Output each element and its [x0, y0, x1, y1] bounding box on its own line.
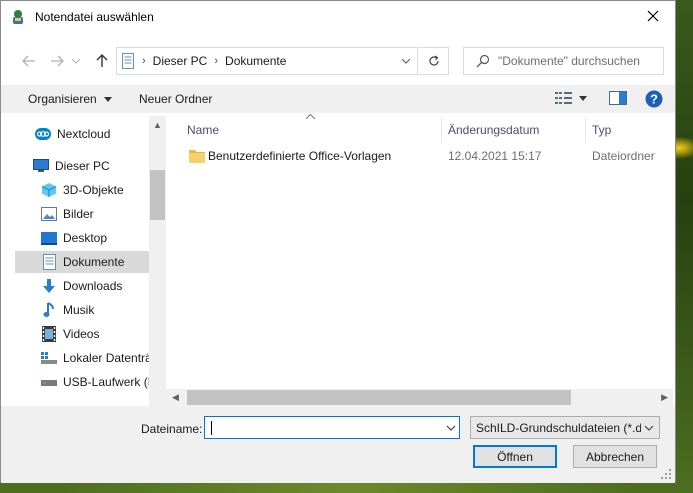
- filename-label: Dateiname:: [141, 422, 203, 436]
- file-date: 12.04.2021 15:17: [448, 149, 542, 163]
- organize-menu[interactable]: Organisieren: [28, 92, 113, 106]
- search-icon: [476, 54, 490, 68]
- videos-icon: [41, 326, 57, 342]
- refresh-button[interactable]: [419, 47, 449, 75]
- scroll-up-icon[interactable]: ▲: [153, 120, 162, 130]
- arrow-left-icon: [22, 55, 35, 67]
- folder-icon: [189, 149, 205, 163]
- file-type: Dateiordner: [592, 149, 655, 163]
- recent-locations-button[interactable]: [69, 47, 83, 75]
- window-title: Notendatei auswählen: [35, 10, 154, 24]
- search-placeholder: "Dokumente" durchsuchen: [498, 54, 640, 68]
- column-header-type[interactable]: Typ: [592, 117, 611, 143]
- chevron-down-icon: [641, 422, 655, 434]
- new-folder-button[interactable]: Neuer Ordner: [139, 92, 212, 106]
- downloads-icon: [41, 278, 57, 294]
- view-options-icon[interactable]: [555, 91, 573, 105]
- scroll-right-icon[interactable]: ▶: [661, 392, 668, 403]
- documents-icon: [41, 254, 57, 270]
- chevron-down-icon[interactable]: [446, 422, 456, 434]
- search-box[interactable]: "Dokumente" durchsuchen: [463, 47, 664, 75]
- address-bar[interactable]: › Dieser PC › Dokumente: [116, 47, 418, 75]
- close-button[interactable]: [631, 1, 675, 31]
- filter-value: SchILD-Grundschuldateien (*.d: [476, 420, 643, 435]
- refresh-icon: [428, 55, 439, 66]
- sidebar-item-music[interactable]: Musik: [15, 299, 149, 321]
- breadcrumb-separator-icon: ›: [142, 55, 146, 67]
- file-row[interactable]: Benutzerdefinierte Office-Vorlagen 12.04…: [183, 145, 673, 167]
- sidebar-item-usb-drive[interactable]: USB-Laufwerk (F: [15, 371, 149, 393]
- column-divider[interactable]: [441, 117, 442, 143]
- horizontal-scroll-thumb[interactable]: [187, 390, 571, 405]
- file-type-filter-select[interactable]: SchILD-Grundschuldateien (*.d: [470, 416, 660, 439]
- breadcrumb-current[interactable]: › Dokumente: [214, 54, 286, 68]
- chevron-down-icon: [72, 58, 80, 64]
- breadcrumb-root[interactable]: › Dieser PC: [142, 54, 207, 68]
- column-header-name[interactable]: Name: [187, 117, 219, 143]
- desktop-icon: [41, 230, 57, 246]
- dialog-footer: Dateiname: SchILD-Grundschuldateien (*.d…: [1, 406, 675, 483]
- sidebar-item-videos[interactable]: Videos: [15, 323, 149, 345]
- resize-grip-icon[interactable]: [661, 469, 671, 479]
- documents-location-icon: [122, 53, 134, 69]
- sidebar-scroll-thumb[interactable]: [150, 170, 165, 220]
- file-name: Benutzerdefinierte Office-Vorlagen: [208, 149, 392, 163]
- sidebar-item-local-disk[interactable]: Lokaler Datenträ: [15, 347, 149, 369]
- title-bar: Notendatei auswählen: [1, 1, 675, 31]
- up-button[interactable]: [91, 47, 113, 75]
- close-icon: [647, 10, 659, 22]
- address-history-dropdown[interactable]: [394, 48, 417, 74]
- 3d-objects-icon: [41, 182, 57, 198]
- app-icon: [13, 10, 23, 24]
- file-list-horizontal-scrollbar[interactable]: ◀ ▶: [166, 389, 673, 406]
- sidebar-item-documents[interactable]: Dokumente: [15, 251, 149, 273]
- sidebar-item-nextcloud[interactable]: Nextcloud: [15, 123, 149, 145]
- sidebar-item-3d-objects[interactable]: 3D-Objekte: [15, 179, 149, 201]
- sidebar-item-this-pc[interactable]: Dieser PC: [15, 155, 149, 177]
- scroll-left-icon[interactable]: ◀: [172, 392, 179, 403]
- nextcloud-icon: [35, 126, 51, 142]
- back-button[interactable]: [18, 47, 40, 75]
- column-header-date[interactable]: Änderungsdatum: [448, 117, 539, 143]
- caret-down-icon[interactable]: [579, 96, 587, 101]
- preview-pane-icon[interactable]: [609, 91, 627, 105]
- sidebar-item-desktop[interactable]: Desktop: [15, 227, 149, 249]
- arrow-right-icon: [51, 55, 64, 67]
- music-icon: [41, 302, 57, 318]
- open-button[interactable]: Öffnen: [473, 445, 557, 468]
- column-divider[interactable]: [585, 117, 586, 143]
- command-toolbar: Organisieren Neuer Ordner ?: [1, 85, 675, 113]
- chevron-down-icon: [402, 58, 410, 64]
- caret-down-icon: [104, 97, 113, 103]
- breadcrumb-separator-icon: ›: [214, 55, 219, 67]
- forward-button[interactable]: [46, 47, 68, 75]
- text-caret: [211, 421, 212, 435]
- computer-icon: [33, 158, 49, 174]
- help-icon[interactable]: ?: [645, 90, 663, 108]
- cancel-button[interactable]: Abbrechen: [573, 445, 657, 468]
- sidebar-scrollbar[interactable]: ▲: [149, 116, 166, 406]
- usb-drive-icon: [41, 374, 57, 390]
- file-open-dialog: Notendatei auswählen › Dieser PC › Dokumen…: [0, 0, 676, 483]
- drive-icon: [41, 350, 57, 366]
- navigation-pane: Nextcloud Dieser PC 3D-Objekte Bilder De…: [15, 116, 149, 406]
- pictures-icon: [41, 206, 57, 222]
- filename-input[interactable]: [204, 416, 460, 439]
- sidebar-item-downloads[interactable]: Downloads: [15, 275, 149, 297]
- arrow-up-icon: [96, 54, 108, 67]
- sort-ascending-icon: [306, 114, 315, 119]
- svg-text:?: ?: [650, 92, 658, 107]
- sidebar-item-pictures[interactable]: Bilder: [15, 203, 149, 225]
